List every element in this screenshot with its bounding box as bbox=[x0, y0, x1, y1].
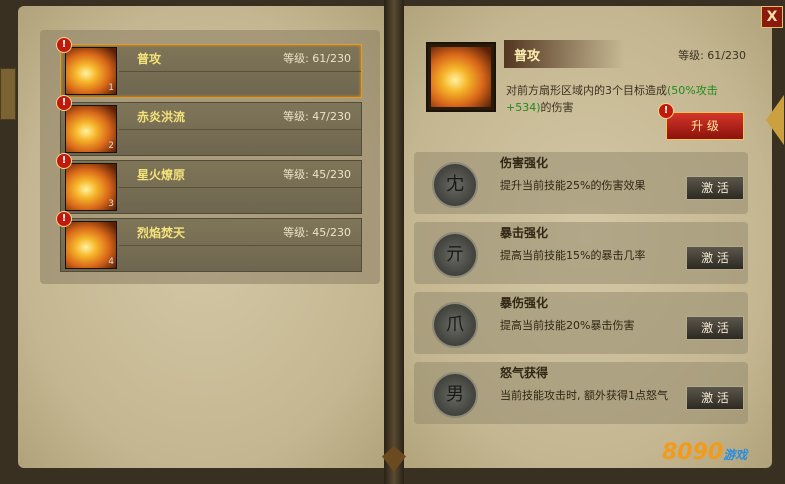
skill-row[interactable]: 4 烈焰焚天 等级: 45/230 bbox=[60, 218, 362, 272]
skill-icon: 4 bbox=[65, 221, 117, 269]
alert-icon: ! bbox=[56, 153, 72, 169]
perk-crit-rate: 亓 暴击强化 提高当前技能15%的暴击几率 激 活 bbox=[414, 222, 748, 284]
detail-title: 普攻 bbox=[514, 49, 541, 64]
activate-button[interactable]: 激 活 bbox=[686, 386, 744, 410]
close-button[interactable]: X bbox=[761, 6, 783, 28]
side-tab-left[interactable] bbox=[0, 68, 16, 120]
skill-name: 赤炎洪流 bbox=[137, 110, 186, 124]
perk-description: 提高当前技能20%暴击伤害 bbox=[500, 319, 635, 332]
skill-name: 普攻 bbox=[137, 52, 162, 66]
skill-level: 等级: 47/230 bbox=[283, 110, 351, 123]
skill-icon: 2 bbox=[65, 105, 117, 153]
alert-icon: ! bbox=[56, 211, 72, 227]
skill-name: 烈焰焚天 bbox=[137, 226, 186, 240]
detail-description: 对前方扇形区域内的3个目标造成(50%攻击+534)的伤害 bbox=[506, 84, 718, 114]
activate-button[interactable]: 激 活 bbox=[686, 176, 744, 200]
perk-description: 提高当前技能15%的暴击几率 bbox=[500, 249, 646, 262]
skill-icon: 3 bbox=[65, 163, 117, 211]
perk-damage: 冘 伤害强化 提升当前技能25%的伤害效果 激 活 bbox=[414, 152, 748, 214]
skill-icon: 1 bbox=[65, 47, 117, 95]
skill-level: 等级: 45/230 bbox=[283, 226, 351, 239]
skill-book-window: X 1 普攻 等级: 61/230 ! 2 赤炎洪流 等级: 47/230 ! … bbox=[0, 0, 785, 484]
perk-title: 伤害强化 bbox=[500, 156, 549, 170]
perk-crit-damage: 爪 暴伤强化 提高当前技能20%暴击伤害 激 活 bbox=[414, 292, 748, 354]
perk-medal-icon: 男 bbox=[432, 372, 478, 418]
alert-icon: ! bbox=[56, 95, 72, 111]
skill-level: 等级: 61/230 bbox=[283, 52, 351, 65]
perk-description: 当前技能攻击时, 额外获得1点怒气 bbox=[500, 389, 668, 402]
skill-name: 星火燎原 bbox=[137, 168, 186, 182]
perk-medal-icon: 爪 bbox=[432, 302, 478, 348]
perk-title: 怒气获得 bbox=[500, 366, 549, 380]
detail-skill-icon bbox=[426, 42, 496, 112]
activate-button[interactable]: 激 活 bbox=[686, 246, 744, 270]
alert-icon: ! bbox=[56, 37, 72, 53]
perk-title: 暴伤强化 bbox=[500, 296, 549, 310]
activate-button[interactable]: 激 活 bbox=[686, 316, 744, 340]
skill-row[interactable]: 3 星火燎原 等级: 45/230 bbox=[60, 160, 362, 214]
perk-medal-icon: 亓 bbox=[432, 232, 478, 278]
perk-description: 提升当前技能25%的伤害效果 bbox=[500, 179, 646, 192]
book-spine bbox=[384, 0, 404, 484]
skill-level: 等级: 45/230 bbox=[283, 168, 351, 181]
upgrade-button[interactable]: 升 级 bbox=[666, 112, 744, 140]
detail-level: 等级: 61/230 bbox=[678, 49, 746, 62]
skill-row[interactable]: 2 赤炎洪流 等级: 47/230 bbox=[60, 102, 362, 156]
skill-detail: 普攻 等级: 61/230 对前方扇形区域内的3个目标造成(50%攻击+534)… bbox=[426, 40, 746, 144]
skill-row[interactable]: 1 普攻 等级: 61/230 bbox=[60, 44, 362, 98]
alert-icon: ! bbox=[658, 103, 674, 119]
perk-rage: 男 怒气获得 当前技能攻击时, 额外获得1点怒气 激 活 bbox=[414, 362, 748, 424]
watermark-logo: 8090游戏 bbox=[662, 440, 748, 465]
perk-title: 暴击强化 bbox=[500, 226, 549, 240]
perk-medal-icon: 冘 bbox=[432, 162, 478, 208]
